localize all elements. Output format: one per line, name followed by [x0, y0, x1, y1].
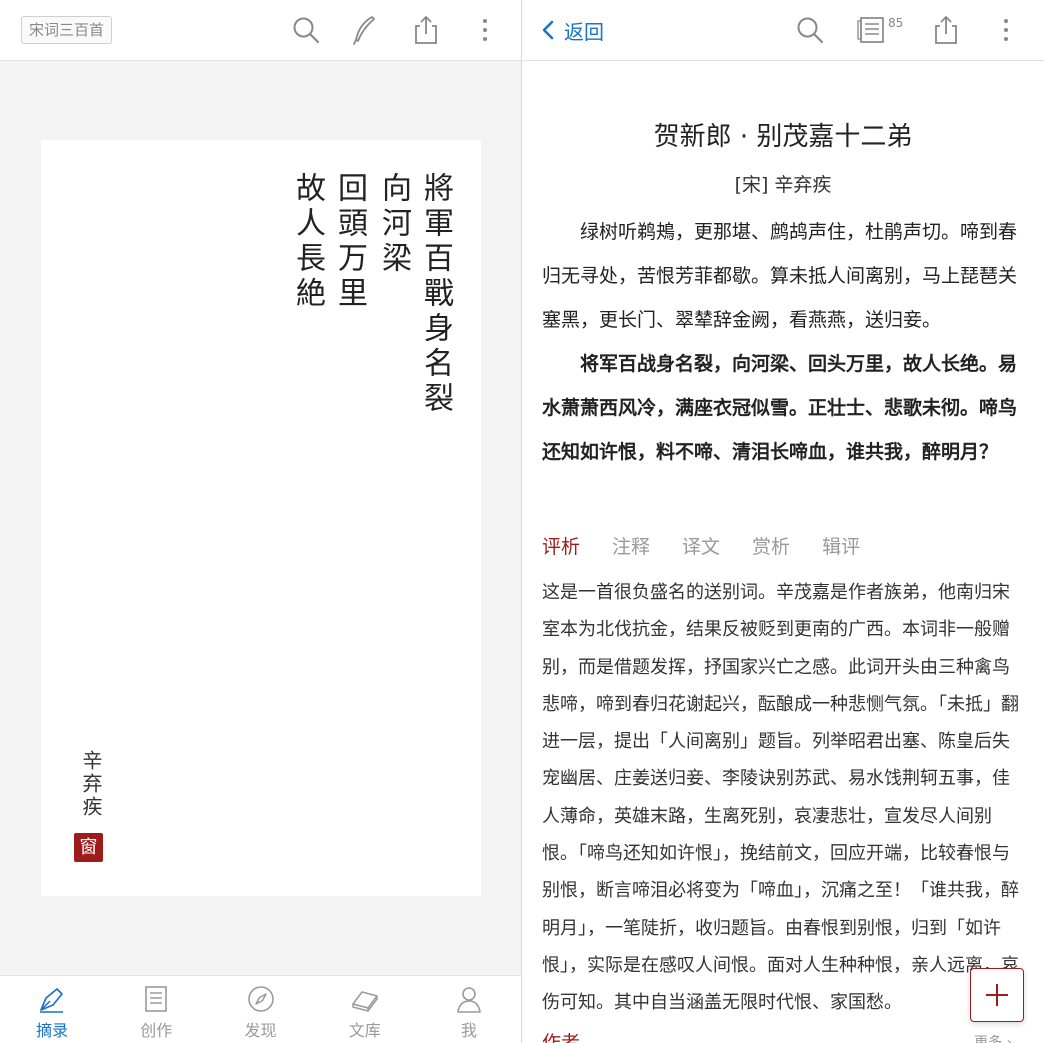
- search-icon[interactable]: [290, 14, 322, 46]
- person-icon: [457, 987, 481, 1013]
- nav-label: 发现: [244, 1021, 277, 1040]
- tab-translation[interactable]: 译文: [682, 532, 720, 559]
- more-vertical-icon[interactable]: [469, 14, 501, 46]
- tab-critiques[interactable]: 辑评: [822, 532, 860, 559]
- search-icon[interactable]: [794, 14, 826, 46]
- notes-count-badge: 85: [888, 16, 904, 30]
- share-icon[interactable]: [410, 14, 442, 46]
- books-icon: [351, 991, 378, 1012]
- nav-label: 我: [460, 1021, 477, 1040]
- excerpt-card[interactable]: 將軍百戰身名裂 向河梁 回頭万里 故人長絶 辛弃疾 窗: [41, 140, 481, 896]
- plus-icon: [986, 984, 1008, 1006]
- poem-stanza[interactable]: 绿树听鹈鴂，更那堪、鹧鸪声住，杜鹃声切。啼到春归无寻处，苦恨芳菲都歇。算未抵人间…: [542, 210, 1024, 342]
- nav-label: 摘录: [36, 1021, 69, 1040]
- more-vertical-icon[interactable]: [990, 14, 1022, 46]
- nav-item-library[interactable]: 文库: [313, 976, 417, 1043]
- left-top-bar: 宋词三百首: [0, 0, 521, 61]
- more-link[interactable]: 更多 ›: [974, 1032, 1012, 1043]
- analysis-tabs: 评析 注释 译文 赏析 辑评: [542, 532, 892, 559]
- back-button[interactable]: 返回: [538, 14, 604, 46]
- tab-appreciation[interactable]: 赏析: [752, 532, 790, 559]
- add-note-button[interactable]: [970, 968, 1024, 1022]
- quill-icon[interactable]: [348, 14, 380, 46]
- nav-label: 文库: [348, 1021, 381, 1040]
- nav-item-create[interactable]: 创作: [104, 976, 208, 1043]
- verse-column: 將軍百戰身名裂: [418, 172, 453, 417]
- analysis-text: 这是一首很负盛名的送别词。辛茂嘉是作者族弟，他南归宋室本为北伐抗金，结果反被贬到…: [542, 582, 1019, 1014]
- document-icon: [145, 986, 168, 1012]
- pen-nib-icon: [40, 988, 64, 1013]
- poem-author: [宋] 辛弃疾: [734, 174, 832, 196]
- verse-column: 回頭万里: [332, 172, 367, 312]
- bottom-nav: 摘录 创作 发现 文库 我: [0, 975, 521, 1043]
- nav-item-excerpts[interactable]: 摘录: [0, 976, 104, 1043]
- nav-label: 创作: [140, 1021, 173, 1040]
- tab-annotation[interactable]: 注释: [612, 532, 650, 559]
- poem-title: 贺新郎 · 别茂嘉十二弟: [653, 122, 913, 152]
- excerpt-pane: 宋词三百首 將軍百戰身名裂 向河梁 回頭万里 故人長絶 辛弃疾 窗 摘录 创作: [0, 0, 521, 1043]
- chevron-left-icon: [542, 20, 554, 40]
- author-section-heading: 作者: [542, 1032, 581, 1043]
- tab-commentary[interactable]: 评析: [542, 532, 580, 559]
- collection-tag-chip[interactable]: 宋词三百首: [21, 16, 113, 44]
- back-label: 返回: [564, 19, 604, 44]
- compass-icon: [247, 986, 274, 1012]
- notes-icon[interactable]: [856, 14, 888, 46]
- poem-detail-pane: 返回 85 贺新郎 · 别茂嘉十二弟 [宋] 辛弃疾 绿树听鹈鴂，更那堪、鹧鸪声…: [522, 0, 1044, 1043]
- poem-body: 绿树听鹈鴂，更那堪、鹧鸪声住，杜鹃声切。啼到春归无寻处，苦恨芳菲都歇。算未抵人间…: [542, 210, 1024, 474]
- nav-item-me[interactable]: 我: [417, 976, 521, 1043]
- nav-item-discover[interactable]: 发现: [208, 976, 312, 1043]
- seal-stamp: 窗: [74, 833, 103, 862]
- poem-stanza-highlighted[interactable]: 将军百战身名裂，向河梁、回头万里，故人长绝。易水萧萧西风冷，满座衣冠似雪。正壮士…: [542, 342, 1024, 474]
- right-top-bar: 返回 85: [522, 0, 1044, 61]
- card-author: 辛弃疾: [79, 750, 103, 819]
- verse-column: 故人長絶: [290, 172, 325, 312]
- verse-column: 向河梁: [376, 172, 411, 277]
- share-icon[interactable]: [930, 14, 962, 46]
